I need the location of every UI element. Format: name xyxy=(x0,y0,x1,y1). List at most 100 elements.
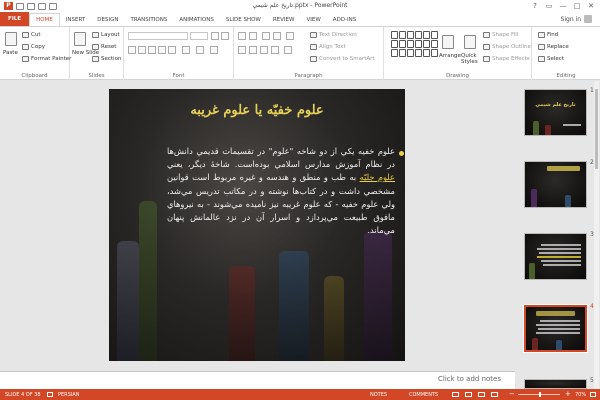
maximize-button[interactable]: □ xyxy=(570,0,584,12)
text-direction-button[interactable]: Text Direction xyxy=(310,32,357,38)
hexagon-shape-icon[interactable] xyxy=(399,40,406,48)
line-shape-icon[interactable] xyxy=(399,31,406,39)
paste-icon[interactable] xyxy=(5,32,17,46)
slideshow-icon[interactable] xyxy=(491,392,498,397)
convert-smartart-button[interactable]: Convert to SmartArt xyxy=(310,56,375,62)
arrange-button[interactable]: Arrange xyxy=(439,53,461,59)
slide-canvas[interactable]: علوم خفيّه يا علوم غريبه علوم خفيه يكي ا… xyxy=(109,89,405,361)
copy-button[interactable]: Copy xyxy=(22,44,45,50)
slide-thumbnail-4[interactable] xyxy=(523,304,588,353)
shadow-icon[interactable] xyxy=(158,46,166,54)
zoom-slider-thumb[interactable] xyxy=(539,392,541,397)
close-button[interactable]: ✕ xyxy=(584,0,598,12)
curve-shape-icon[interactable] xyxy=(431,40,438,48)
spelling-icon[interactable] xyxy=(47,392,53,397)
numbering-icon[interactable] xyxy=(249,32,257,40)
line-spacing-icon[interactable] xyxy=(286,32,294,40)
cloud-shape-icon[interactable] xyxy=(407,49,414,57)
slide-title[interactable]: علوم خفيّه يا علوم غريبه xyxy=(109,103,405,118)
shapes-gallery[interactable] xyxy=(391,31,438,63)
new-slide-icon[interactable] xyxy=(74,32,86,46)
language-indicator[interactable]: PERSIAN xyxy=(58,392,79,398)
notes-pane[interactable]: Click to add notes xyxy=(0,371,515,389)
layout-button[interactable]: Layout xyxy=(92,32,120,38)
tab-view[interactable]: VIEW xyxy=(300,14,326,26)
section-button[interactable]: Section xyxy=(92,56,121,62)
underline-icon[interactable] xyxy=(148,46,156,54)
italic-icon[interactable] xyxy=(138,46,146,54)
help-button[interactable]: ? xyxy=(528,0,542,12)
zoom-level[interactable]: 70% xyxy=(575,392,586,398)
strikethrough-icon[interactable] xyxy=(168,46,176,54)
sign-in-link[interactable]: Sign in xyxy=(561,15,592,23)
tab-slide-show[interactable]: SLIDE SHOW xyxy=(220,14,267,26)
align-center-icon[interactable] xyxy=(249,46,257,54)
replace-button[interactable]: Replace xyxy=(538,44,569,50)
slide-sorter-icon[interactable] xyxy=(465,392,472,397)
slide-thumbnail-1[interactable]: تاريخ علم شيمي xyxy=(524,89,587,136)
tab-insert[interactable]: INSERT xyxy=(60,14,91,26)
font-name-input[interactable] xyxy=(128,32,188,40)
moon-shape-icon[interactable] xyxy=(415,49,422,57)
thumbnail-scrollbar[interactable] xyxy=(594,81,599,389)
paste-button[interactable]: Paste xyxy=(3,50,18,56)
align-left-icon[interactable] xyxy=(238,46,246,54)
triangle-shape-icon[interactable] xyxy=(431,31,438,39)
hyperlink[interactable]: علوم جليّه xyxy=(360,172,395,182)
font-size-input[interactable] xyxy=(190,32,208,40)
cut-button[interactable]: Cut xyxy=(22,32,40,38)
bold-icon[interactable] xyxy=(128,46,136,54)
columns-icon[interactable] xyxy=(284,46,292,54)
callout-shape-icon[interactable] xyxy=(391,49,398,57)
reading-view-icon[interactable] xyxy=(478,392,485,397)
tab-review[interactable]: REVIEW xyxy=(267,14,301,26)
change-case-icon[interactable] xyxy=(196,46,204,54)
grow-font-icon[interactable] xyxy=(211,32,219,40)
zoom-out-button[interactable]: − xyxy=(509,390,515,398)
tab-add-ins[interactable]: ADD-INS xyxy=(327,14,362,26)
tab-animations[interactable]: ANIMATIONS xyxy=(173,14,220,26)
textbox-shape-icon[interactable] xyxy=(391,31,398,39)
shrink-font-icon[interactable] xyxy=(221,32,229,40)
format-painter-button[interactable]: Format Painter xyxy=(22,56,71,62)
decrease-indent-icon[interactable] xyxy=(262,32,270,40)
star-shape-icon[interactable] xyxy=(415,40,422,48)
arrow-shape-icon[interactable] xyxy=(407,31,414,39)
align-right-icon[interactable] xyxy=(260,46,268,54)
quick-styles-icon[interactable] xyxy=(464,35,476,49)
reset-button[interactable]: Reset xyxy=(92,44,116,50)
tab-file[interactable]: FILE xyxy=(0,12,30,26)
char-spacing-icon[interactable] xyxy=(182,46,190,54)
increase-indent-icon[interactable] xyxy=(273,32,281,40)
tab-design[interactable]: DESIGN xyxy=(91,14,124,26)
more-shapes-icon[interactable] xyxy=(431,49,438,57)
justify-icon[interactable] xyxy=(271,46,279,54)
slide-thumbnail-3[interactable] xyxy=(524,233,587,280)
normal-view-icon[interactable] xyxy=(452,392,459,397)
shape-outline-button[interactable]: Shape Outline xyxy=(483,44,531,50)
shape-fill-button[interactable]: Shape Fill xyxy=(483,32,518,38)
tab-transitions[interactable]: TRANSITIONS xyxy=(124,14,173,26)
align-text-button[interactable]: Align Text xyxy=(310,44,346,50)
slide-body-text[interactable]: علوم خفيه يكي از دو شاخه "علوم" در تقسيم… xyxy=(167,145,404,237)
arrange-icon[interactable] xyxy=(442,35,454,49)
brace-shape-icon[interactable] xyxy=(423,40,430,48)
slide-thumbnail-2[interactable] xyxy=(524,161,587,208)
comments-button[interactable]: COMMENTS xyxy=(409,392,438,398)
shape-effects-button[interactable]: Shape Effects xyxy=(483,56,530,62)
notes-button[interactable]: NOTES xyxy=(370,392,387,398)
find-button[interactable]: Find xyxy=(538,32,558,38)
slide-thumbnail-5[interactable] xyxy=(524,379,587,389)
heart-shape-icon[interactable] xyxy=(399,49,406,57)
rectangle-shape-icon[interactable] xyxy=(415,31,422,39)
oval-shape-icon[interactable] xyxy=(423,31,430,39)
lightning-shape-icon[interactable] xyxy=(423,49,430,57)
font-color-icon[interactable] xyxy=(210,46,218,54)
minimize-button[interactable]: — xyxy=(556,0,570,12)
right-arrow-shape-icon[interactable] xyxy=(407,40,414,48)
quick-styles-button[interactable]: Quick Styles xyxy=(461,53,481,65)
ribbon-display-button[interactable]: ▭ xyxy=(542,0,556,12)
bullets-icon[interactable] xyxy=(238,32,246,40)
pentagon-shape-icon[interactable] xyxy=(391,40,398,48)
fit-to-window-icon[interactable] xyxy=(590,392,596,397)
